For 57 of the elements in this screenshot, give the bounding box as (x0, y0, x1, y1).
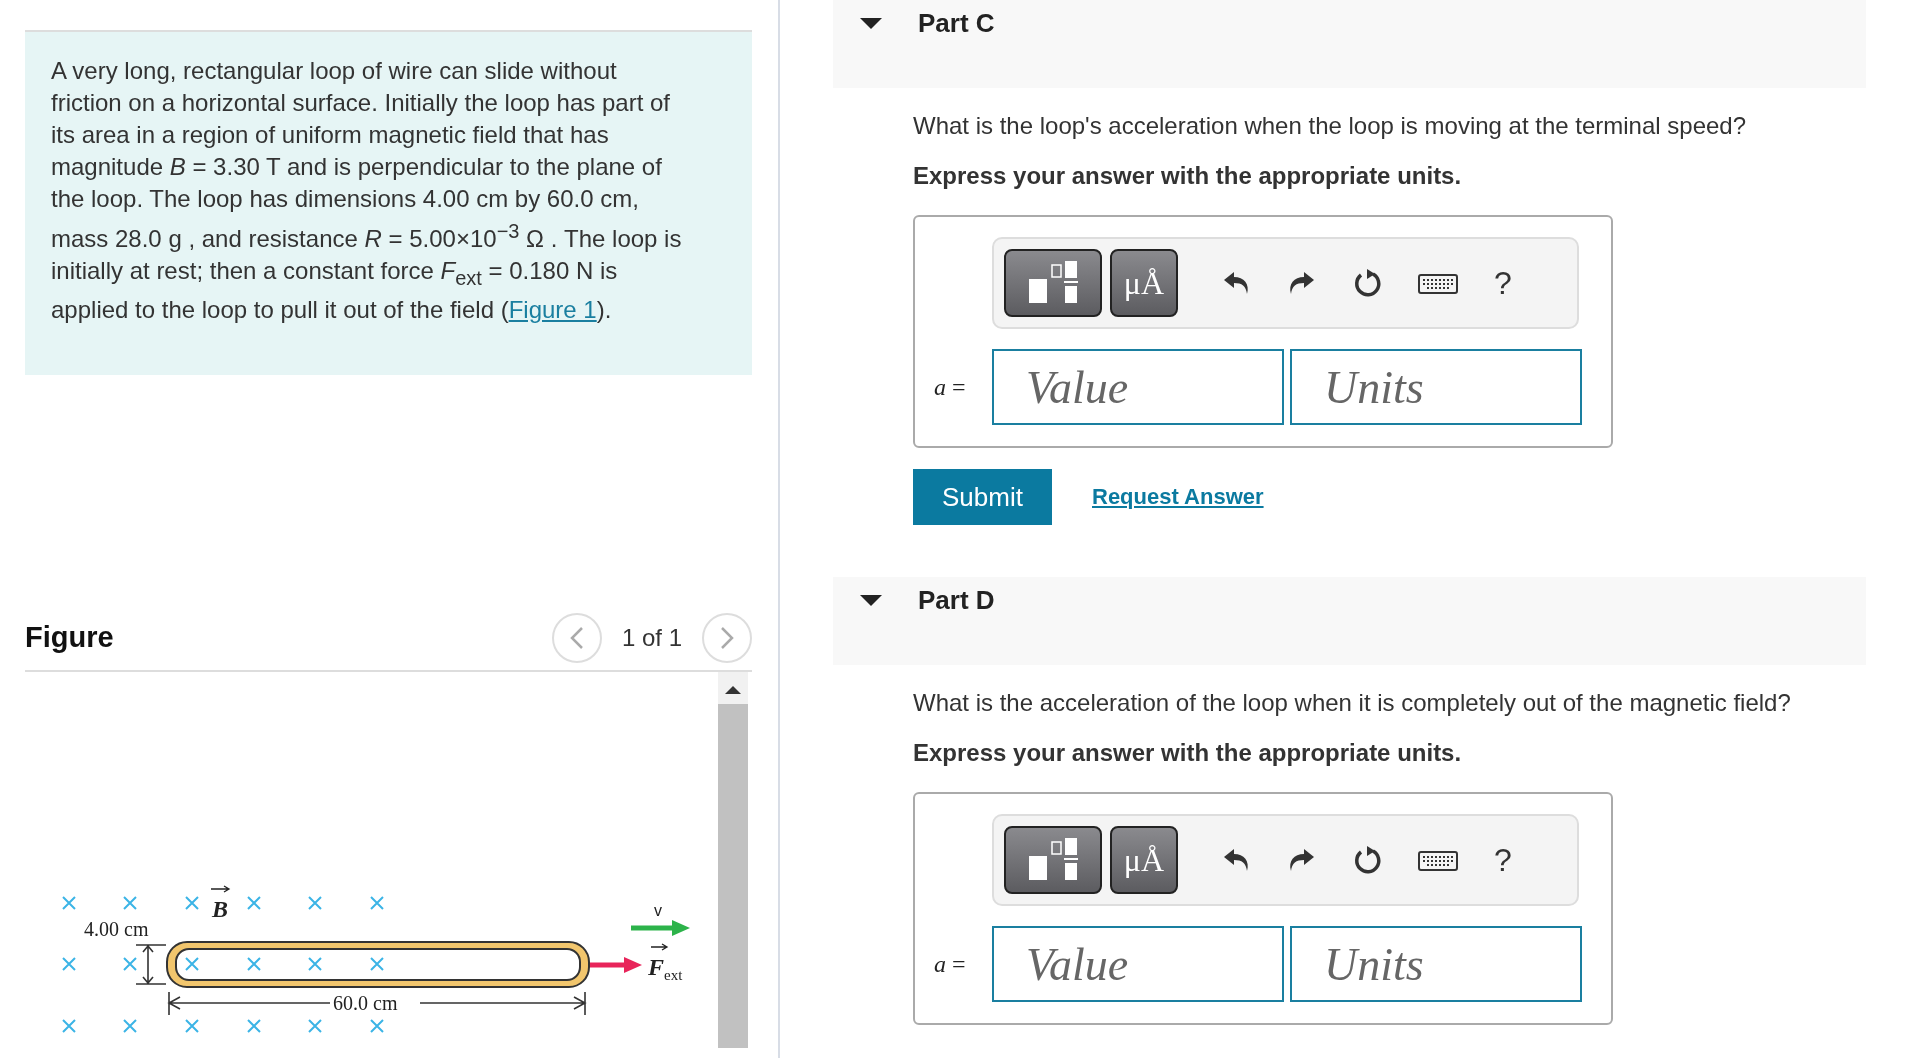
field-cross-icon (123, 896, 137, 910)
request-answer-link[interactable]: Request Answer (1092, 484, 1264, 510)
field-cross-icon (308, 957, 322, 971)
figure-heading: Figure (25, 621, 114, 654)
variable-label: a = (934, 950, 967, 978)
units-field[interactable]: Units (1290, 349, 1582, 425)
value-field[interactable]: Value (992, 926, 1284, 1002)
chevron-right-icon (720, 625, 734, 650)
question-text: What is the loop's acceleration when the loop is moving at the terminal speed? (913, 111, 1748, 141)
expand-toggle-icon[interactable] (860, 595, 882, 606)
velocity-label: v (654, 902, 662, 919)
help-button[interactable]: ? (1494, 841, 1512, 879)
templates-button[interactable] (1004, 826, 1102, 894)
instruction-text: Express your answer with the appropriate units. (913, 738, 1463, 768)
field-cross-icon (308, 1019, 322, 1033)
page-counter: 1 of 1 (621, 623, 682, 652)
templates-button[interactable] (1004, 249, 1102, 317)
field-cross-icon (185, 957, 199, 971)
field-cross-icon (123, 957, 137, 971)
field-cross-icon (308, 896, 322, 910)
field-cross-icon (370, 896, 384, 910)
force-label: F$_{ext}$ (648, 954, 683, 983)
height-dimension (135, 944, 167, 985)
field-cross-icon (62, 957, 76, 971)
part-title: Part C (918, 7, 995, 40)
length-label: 60.0 cm (333, 992, 398, 1014)
field-cross-icon (370, 957, 384, 971)
instruction-text: Express your answer with the appropriate units. (913, 161, 1463, 191)
field-cross-icon (123, 1019, 137, 1033)
figure-link[interactable]: Figure 1 (508, 295, 597, 323)
field-cross-icon (185, 896, 199, 910)
field-cross-icon (62, 896, 76, 910)
field-label: B (212, 896, 228, 922)
units-button[interactable]: μÅ (1110, 826, 1178, 894)
field-cross-icon (247, 957, 261, 971)
chevron-left-icon (569, 625, 584, 650)
variable-label: a = (934, 373, 967, 401)
scroll-up-icon[interactable] (725, 686, 741, 694)
question-text: What is the acceleration of the loop when it is completely out of the magnetic field? (913, 688, 1792, 718)
field-cross-icon (247, 896, 261, 910)
units-button[interactable]: μÅ (1110, 249, 1178, 317)
expand-toggle-icon[interactable] (860, 18, 882, 29)
value-field[interactable]: Value (992, 349, 1284, 425)
velocity-arrow (631, 920, 690, 936)
field-cross-icon (247, 1019, 261, 1033)
field-cross-icon (370, 1019, 384, 1033)
units-field[interactable]: Units (1290, 926, 1582, 1002)
force-arrow (590, 957, 642, 973)
help-button[interactable]: ? (1494, 264, 1512, 302)
problem-text: A very long, rectangular loop of wire can slide without friction on a horizontal surface. Initially the loop has part of its area in a region of uniform magnetic field that has magnitude B = 3.30 T and is perpendicular to the plane of the loop. The loop has dimensions 4.00 cm by 60.0 cm, mass 28.0 g , and resistance R = 5.00×10$^{−3}$ Ω . The loop is initially at rest; then a constant force F$_{ext}$ = 0.180 N is applied to the loop to pull it out of the field (Figure 1). (51, 56, 683, 325)
field-cross-icon (185, 1019, 199, 1033)
vector-arrow-icon (650, 943, 669, 951)
submit-button[interactable]: Submit (913, 469, 1052, 525)
field-cross-icon (62, 1019, 76, 1033)
part-title: Part D (918, 584, 995, 617)
height-label: 4.00 cm (84, 918, 149, 940)
vector-arrow-icon (210, 885, 231, 893)
